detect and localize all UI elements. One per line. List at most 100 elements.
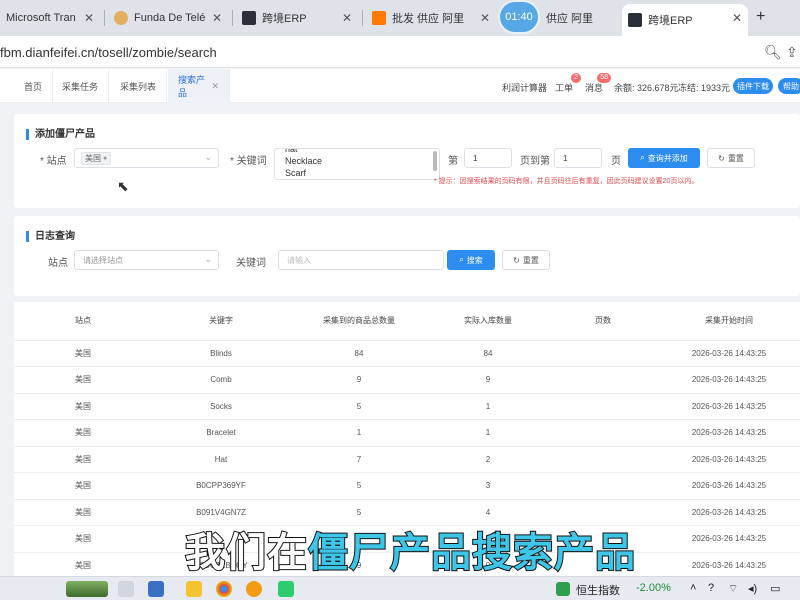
zoom-icon[interactable]: 🔍︎ [764, 44, 782, 61]
close-icon[interactable]: ✕ [211, 81, 219, 92]
log-query-card: 日志查询 站点 请选择站点 ⌄ 关键词 请输入 ⌕ 搜索 ↻ 重置 [14, 216, 800, 296]
table-cell: 美国 [14, 340, 152, 367]
file-explorer-icon[interactable] [186, 581, 202, 597]
column-header: 采集开始时间 [658, 302, 800, 341]
clear-icon[interactable]: ● [103, 155, 107, 162]
button-label: 查询并添加 [647, 153, 688, 163]
close-icon[interactable]: ✕ [342, 11, 352, 25]
tab-label: 搜索产品 [178, 75, 206, 98]
section-title: 添加僵尸产品 [26, 129, 95, 140]
tab-collect-task[interactable]: 采集任务 [52, 69, 110, 103]
section-title: 日志查询 [26, 231, 75, 242]
browser-tab[interactable]: Microsoft Tran ✕ [0, 4, 100, 32]
table-cell: 2026-03-26 14:43:25 [658, 525, 800, 553]
work-order-link[interactable]: 工单 2 [555, 73, 582, 94]
table-cell: 美国 [14, 419, 152, 447]
table-cell [548, 472, 658, 500]
site-select[interactable]: 美国 ● ⌄ [74, 148, 219, 168]
scrollbar[interactable] [433, 151, 437, 171]
close-icon[interactable]: ✕ [480, 11, 490, 25]
close-icon[interactable]: ✕ [732, 11, 742, 25]
refresh-icon: ↻ [513, 255, 520, 265]
site-placeholder: 请选择站点 [83, 255, 123, 265]
chevron-up-icon[interactable]: ˄ [690, 582, 696, 594]
browser-tab[interactable]: 跨境ERP ✕ [236, 4, 358, 32]
table-cell: 美国 [14, 472, 152, 500]
help-icon[interactable]: ? [708, 582, 714, 594]
browser-tab-strip: Microsoft Tran ✕ Funda De Telé ✕ 跨境ERP ✕… [0, 0, 800, 36]
browser-tab[interactable]: 批发 供应 阿里 ✕ [366, 4, 496, 32]
battery-icon[interactable]: ▭ [770, 582, 780, 595]
table-cell: 美国 [14, 499, 152, 526]
speaker-icon[interactable]: ◂) [748, 582, 757, 595]
search-icon: ⌕ [640, 153, 645, 162]
url-field[interactable]: fbm.dianfeifei.cn/tosell/zombie/search [0, 45, 217, 60]
new-tab-button[interactable]: + [756, 8, 765, 26]
keyword-input[interactable]: 请输入 [278, 250, 444, 270]
page-from-input[interactable]: 1 [464, 148, 512, 168]
app-icon[interactable] [246, 581, 262, 597]
browser-tab[interactable]: Funda De Telé ✕ [108, 4, 228, 32]
reset-button[interactable]: ↻ 重置 [502, 250, 550, 270]
table-cell: 7 [290, 446, 428, 473]
table-cell: 美国 [14, 393, 152, 420]
keyword-line: Necklace [285, 156, 323, 166]
browser-tab-active[interactable]: 跨境ERP ✕ [622, 4, 748, 36]
share-icon[interactable]: ⇪ [786, 44, 798, 61]
app-icon[interactable] [148, 581, 164, 597]
table-cell: 5 [290, 393, 428, 420]
messages-link[interactable]: 消息 58 [585, 73, 612, 94]
keyword-label: 关键词 [236, 258, 266, 269]
chrome-icon[interactable] [216, 581, 232, 597]
forest-widget-icon[interactable] [66, 581, 108, 597]
table-cell [548, 340, 658, 367]
mouse-cursor: ⬉ [117, 178, 129, 194]
search-icon: ⌕ [459, 255, 464, 264]
help-button[interactable]: 帮助 [778, 78, 800, 94]
alibaba-icon [372, 11, 386, 25]
table-cell: 2026-03-26 14:43:25 [658, 472, 800, 500]
keyword-label: * 关键词 [230, 156, 267, 167]
tab-title: Funda De Telé [134, 12, 206, 24]
table-cell: 5 [290, 472, 428, 500]
plugin-download-button[interactable]: 插件下载 [733, 78, 773, 94]
table-cell: 84 [428, 340, 548, 367]
close-icon[interactable]: ✕ [84, 11, 94, 25]
subtitle-plain: 我们在 [184, 529, 308, 577]
subtitle-highlight: 僵尸产品搜索产品 [307, 529, 636, 577]
keyword-textarea[interactable]: hat Necklace Scarf [274, 148, 440, 180]
search-button[interactable]: ⌕ 搜索 [447, 250, 495, 270]
tab-search-product[interactable]: 搜索产品 ✕ [168, 69, 230, 103]
profit-calculator-link[interactable]: 利润计算器 [502, 81, 547, 94]
recording-timer: 01:40 [500, 2, 538, 32]
wechat-icon[interactable] [278, 581, 294, 597]
table-header-row: 站点 关键字 采集到的商品总数量 实际入库数量 页数 采集开始时间 [14, 302, 800, 341]
erp-icon [242, 11, 256, 25]
button-label: 重置 [727, 153, 744, 163]
table-row: 美国 Socks 5 1 2026-03-26 14:43:25 [14, 393, 800, 420]
table-cell: 3 [428, 472, 548, 500]
close-icon[interactable]: ✕ [212, 11, 222, 25]
tab-home[interactable]: 首页 [14, 69, 54, 103]
chevron-down-icon: ⌄ [204, 254, 212, 264]
task-view-icon[interactable] [118, 581, 134, 597]
table-cell [548, 366, 658, 394]
work-order-label: 工单 [555, 83, 574, 93]
query-and-add-button[interactable]: ⌕ 查询并添加 [628, 148, 700, 168]
site-select[interactable]: 请选择站点 ⌄ [74, 250, 219, 270]
reset-button[interactable]: ↻ 重置 [707, 148, 755, 168]
table-cell: 2026-03-26 14:43:25 [658, 366, 800, 394]
table-row: 美国 Comb 9 9 2026-03-26 14:43:25 [14, 366, 800, 394]
table-cell: Comb [152, 366, 290, 394]
table-cell: 2026-03-26 14:43:25 [658, 552, 800, 576]
column-header: 页数 [548, 302, 658, 341]
keyword-line: Scarf [285, 168, 307, 178]
os-taskbar: 恒生指数 -2.00% ˄ ? ⌔ ◂) ▭ [0, 576, 800, 600]
site-label: 站点 [48, 258, 68, 269]
tab-collect-list[interactable]: 采集列表 [110, 69, 168, 103]
page-to-input[interactable]: 1 [554, 148, 602, 168]
browser-tab[interactable]: 供应 阿里 [540, 4, 618, 32]
video-subtitle: 我们在僵尸产品搜索产品 [184, 520, 636, 578]
network-icon[interactable]: ⌔ [728, 582, 738, 596]
bowl-icon [114, 11, 128, 25]
